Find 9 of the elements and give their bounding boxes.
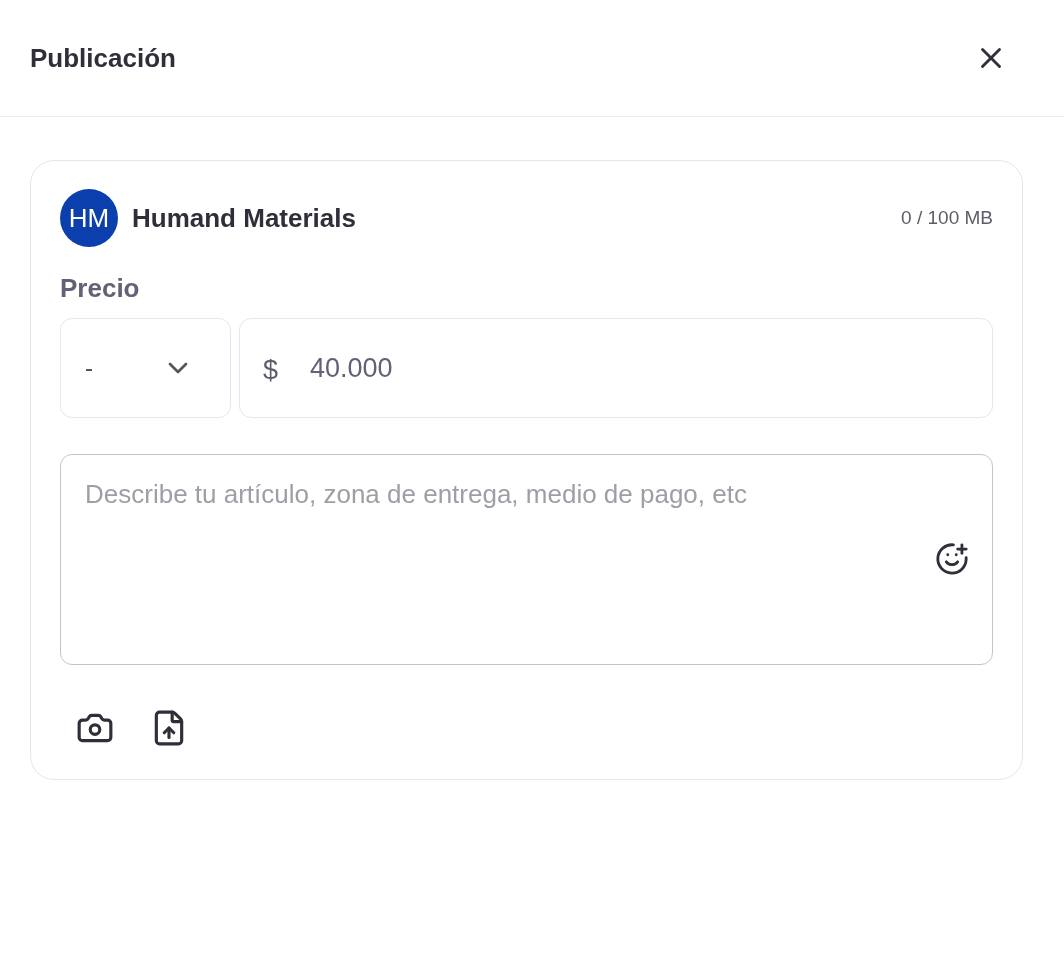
avatar: HM bbox=[60, 189, 118, 247]
dialog-title: Publicación bbox=[30, 41, 176, 75]
emoji-add-icon[interactable] bbox=[935, 542, 969, 576]
price-label: Precio bbox=[60, 272, 141, 305]
description-field[interactable]: Describe tu artículo, zona de entrega, medio de pago, etc bbox=[60, 454, 993, 665]
currency-select[interactable]: - bbox=[60, 318, 231, 418]
storage-usage: 0 / 100 MB bbox=[901, 205, 993, 230]
currency-symbol: $ bbox=[263, 354, 279, 387]
author-name: Humand Materials bbox=[132, 201, 356, 235]
